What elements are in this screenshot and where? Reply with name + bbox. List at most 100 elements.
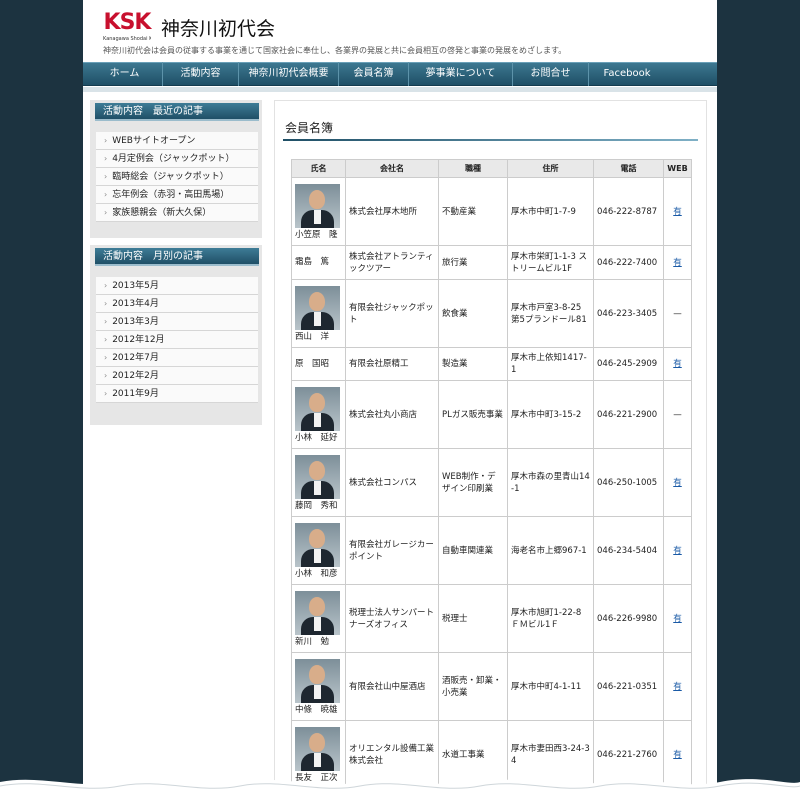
monthly-item[interactable]: › 2013年5月 [96, 277, 258, 295]
member-photo [295, 590, 340, 635]
nav-item-0[interactable]: ホーム [87, 62, 163, 86]
member-company: 有限会社原精工 [345, 347, 439, 381]
member-photo [295, 522, 340, 567]
monthly-item[interactable]: › 2011年9月 [96, 385, 258, 403]
site-title[interactable]: 神奈川初代会 [161, 14, 275, 41]
photo-head [309, 189, 325, 209]
logo-mark: KSK [103, 10, 152, 35]
chevron-right-icon: › [104, 389, 108, 398]
member-web-link[interactable]: 有 [673, 682, 682, 692]
member-name-cell: 中條 暁雄 [291, 652, 346, 721]
table-row: 新川 勉 税理士法人サンパートナーズオフィス 税理士 厚木市旭町1-22-8 ＦＭビル… [291, 584, 692, 653]
monthly-item[interactable]: › 2012年2月 [96, 367, 258, 385]
member-company: 株式会社丸小商店 [345, 380, 439, 449]
photo-shirt [314, 480, 321, 495]
photo-head [309, 732, 325, 752]
column-header: 住所 [507, 159, 594, 178]
recent-item[interactable]: › 忘年例会（赤羽・高田馬場） [96, 186, 258, 204]
recent-item-label: 家族懇親会（新大久保） [112, 208, 212, 218]
member-name: 原 国昭 [295, 358, 330, 369]
member-phone: 046-234-5404 [593, 516, 664, 585]
member-web-link[interactable]: 有 [673, 614, 682, 624]
table-row: 小林 延好 株式会社丸小商店 PLガス販売事業 厚木市中町3-15-2 046-221-… [291, 380, 692, 449]
member-job: 自動車関連業 [438, 516, 508, 585]
member-table: 氏名 会社名 職種 住所 電話 WEB 小笠原 隆株式会社厚木地所 不動産業 厚木市中町1-7… [291, 159, 692, 789]
monthly-item-label: 2012年12月 [112, 335, 165, 345]
recent-posts-list: › WEBサイトオープン › 4月定例会（ジャックポット） › 臨時総会（ジャックポット）… [96, 132, 258, 222]
site-logo[interactable]: KSK Kanagawa Shodai Kai [103, 10, 151, 44]
photo-shirt [314, 209, 321, 224]
member-web-link[interactable]: 有 [673, 207, 682, 217]
recent-item[interactable]: › 4月定例会（ジャックポット） [96, 150, 258, 168]
recent-item[interactable]: › 臨時総会（ジャックポット） [96, 168, 258, 186]
chevron-right-icon: › [104, 371, 108, 380]
monthly-item[interactable]: › 2012年12月 [96, 331, 258, 349]
member-address: 厚木市戸室3-8-25 第5プランドール81 [507, 279, 594, 348]
member-address: 厚木市中町4-1-11 [507, 652, 594, 721]
photo-shirt [314, 684, 321, 699]
table-row: 小林 和彦 有限会社ガレージカーポイント 自動車関連業 海老名市上郷967-1 046-… [291, 516, 692, 585]
page-title: 会員名簿 [285, 121, 334, 135]
recent-item-label: 忘年例会（赤羽・高田馬場） [112, 190, 230, 200]
member-job: WEB制作・デザイン印刷業 [438, 448, 508, 517]
column-header: WEB [663, 159, 692, 178]
photo-head [309, 392, 325, 412]
monthly-archive-list: › 2013年5月 › 2013年4月 › 2013年3月 › 2012年12月 › 2012年7… [96, 277, 258, 403]
main-content: 会員名簿 氏名 会社名 職種 住所 電話 WEB 小笠原 隆株式会社厚木地所 不動産業 厚木市… [274, 100, 707, 800]
member-web-link[interactable]: 有 [673, 546, 682, 556]
chevron-right-icon: › [104, 136, 108, 145]
photo-head [309, 460, 325, 480]
member-web-link[interactable]: 有 [673, 258, 682, 268]
member-photo [295, 726, 340, 771]
member-web-link[interactable]: 有 [673, 359, 682, 369]
table-header-row: 氏名 会社名 職種 住所 電話 WEB [291, 159, 692, 178]
photo-head [309, 664, 325, 684]
chevron-right-icon: › [104, 281, 108, 290]
page: KSK Kanagawa Shodai Kai 神奈川初代会 神奈川初代会は会員… [83, 0, 717, 800]
monthly-archive-heading: 活動内容 月別の記事 [95, 248, 259, 266]
chevron-right-icon: › [104, 154, 108, 163]
table-row: 霜島 篤 株式会社アトランティックツアー 旅行業 厚木市栄町1-1-3 ストリームビル… [291, 245, 692, 280]
column-header: 氏名 [291, 159, 346, 178]
nav-item-4[interactable]: 夢事業について [409, 62, 513, 86]
nav-item-3[interactable]: 会員名簿 [339, 62, 409, 86]
member-web-cell: 有 [663, 347, 692, 381]
monthly-item[interactable]: › 2013年4月 [96, 295, 258, 313]
member-name-cell: 小笠原 隆 [291, 177, 346, 246]
photo-head [309, 528, 325, 548]
member-phone: 046-222-7400 [593, 245, 664, 280]
recent-item[interactable]: › 家族懇親会（新大久保） [96, 204, 258, 222]
member-company: 株式会社アトランティックツアー [345, 245, 439, 280]
member-name-cell: 西山 洋 [291, 279, 346, 348]
table-row: 西山 洋 有限会社ジャックポット 飲食業 厚木市戸室3-8-25 第5プランドール81… [291, 279, 692, 348]
table-body: 小笠原 隆株式会社厚木地所 不動産業 厚木市中町1-7-9 046-222-8787 有… [291, 177, 692, 789]
nav-item-6[interactable]: Facebook [589, 62, 665, 86]
chevron-right-icon: › [104, 190, 108, 199]
member-company: 有限会社ガレージカーポイント [345, 516, 439, 585]
member-company: 税理士法人サンパートナーズオフィス [345, 584, 439, 653]
member-web-link[interactable]: 有 [673, 478, 682, 488]
monthly-item-label: 2013年5月 [112, 281, 159, 291]
member-company: 株式会社コンパス [345, 448, 439, 517]
member-photo [295, 386, 340, 431]
nav-item-1[interactable]: 活動内容 [163, 62, 239, 86]
nav-item-2[interactable]: 神奈川初代会概要 [239, 62, 339, 86]
member-photo [295, 285, 340, 330]
member-web-cell: 有 [663, 516, 692, 585]
recent-item-label: 4月定例会（ジャックポット） [112, 154, 235, 164]
recent-item[interactable]: › WEBサイトオープン [96, 132, 258, 150]
monthly-item-label: 2012年7月 [112, 353, 159, 363]
site-tagline: 神奈川初代会は会員の従事する事業を通じて国家社会に奉仕し、各業界の発展と共に会員… [103, 46, 567, 55]
monthly-item[interactable]: › 2013年3月 [96, 313, 258, 331]
table-row: 小笠原 隆株式会社厚木地所 不動産業 厚木市中町1-7-9 046-222-8787 有 [291, 177, 692, 246]
member-web-link[interactable]: 有 [673, 750, 682, 760]
nav-item-5[interactable]: お問合せ [513, 62, 589, 86]
member-address: 厚木市旭町1-22-8 ＦＭビル1Ｆ [507, 584, 594, 653]
monthly-item[interactable]: › 2012年7月 [96, 349, 258, 367]
monthly-item-label: 2013年3月 [112, 317, 159, 327]
member-phone: 046-221-2900 [593, 380, 664, 449]
member-web-cell: 有 [663, 652, 692, 721]
member-company: 有限会社ジャックポット [345, 279, 439, 348]
column-header: 電話 [593, 159, 664, 178]
member-name: 新川 勉 [295, 636, 330, 647]
